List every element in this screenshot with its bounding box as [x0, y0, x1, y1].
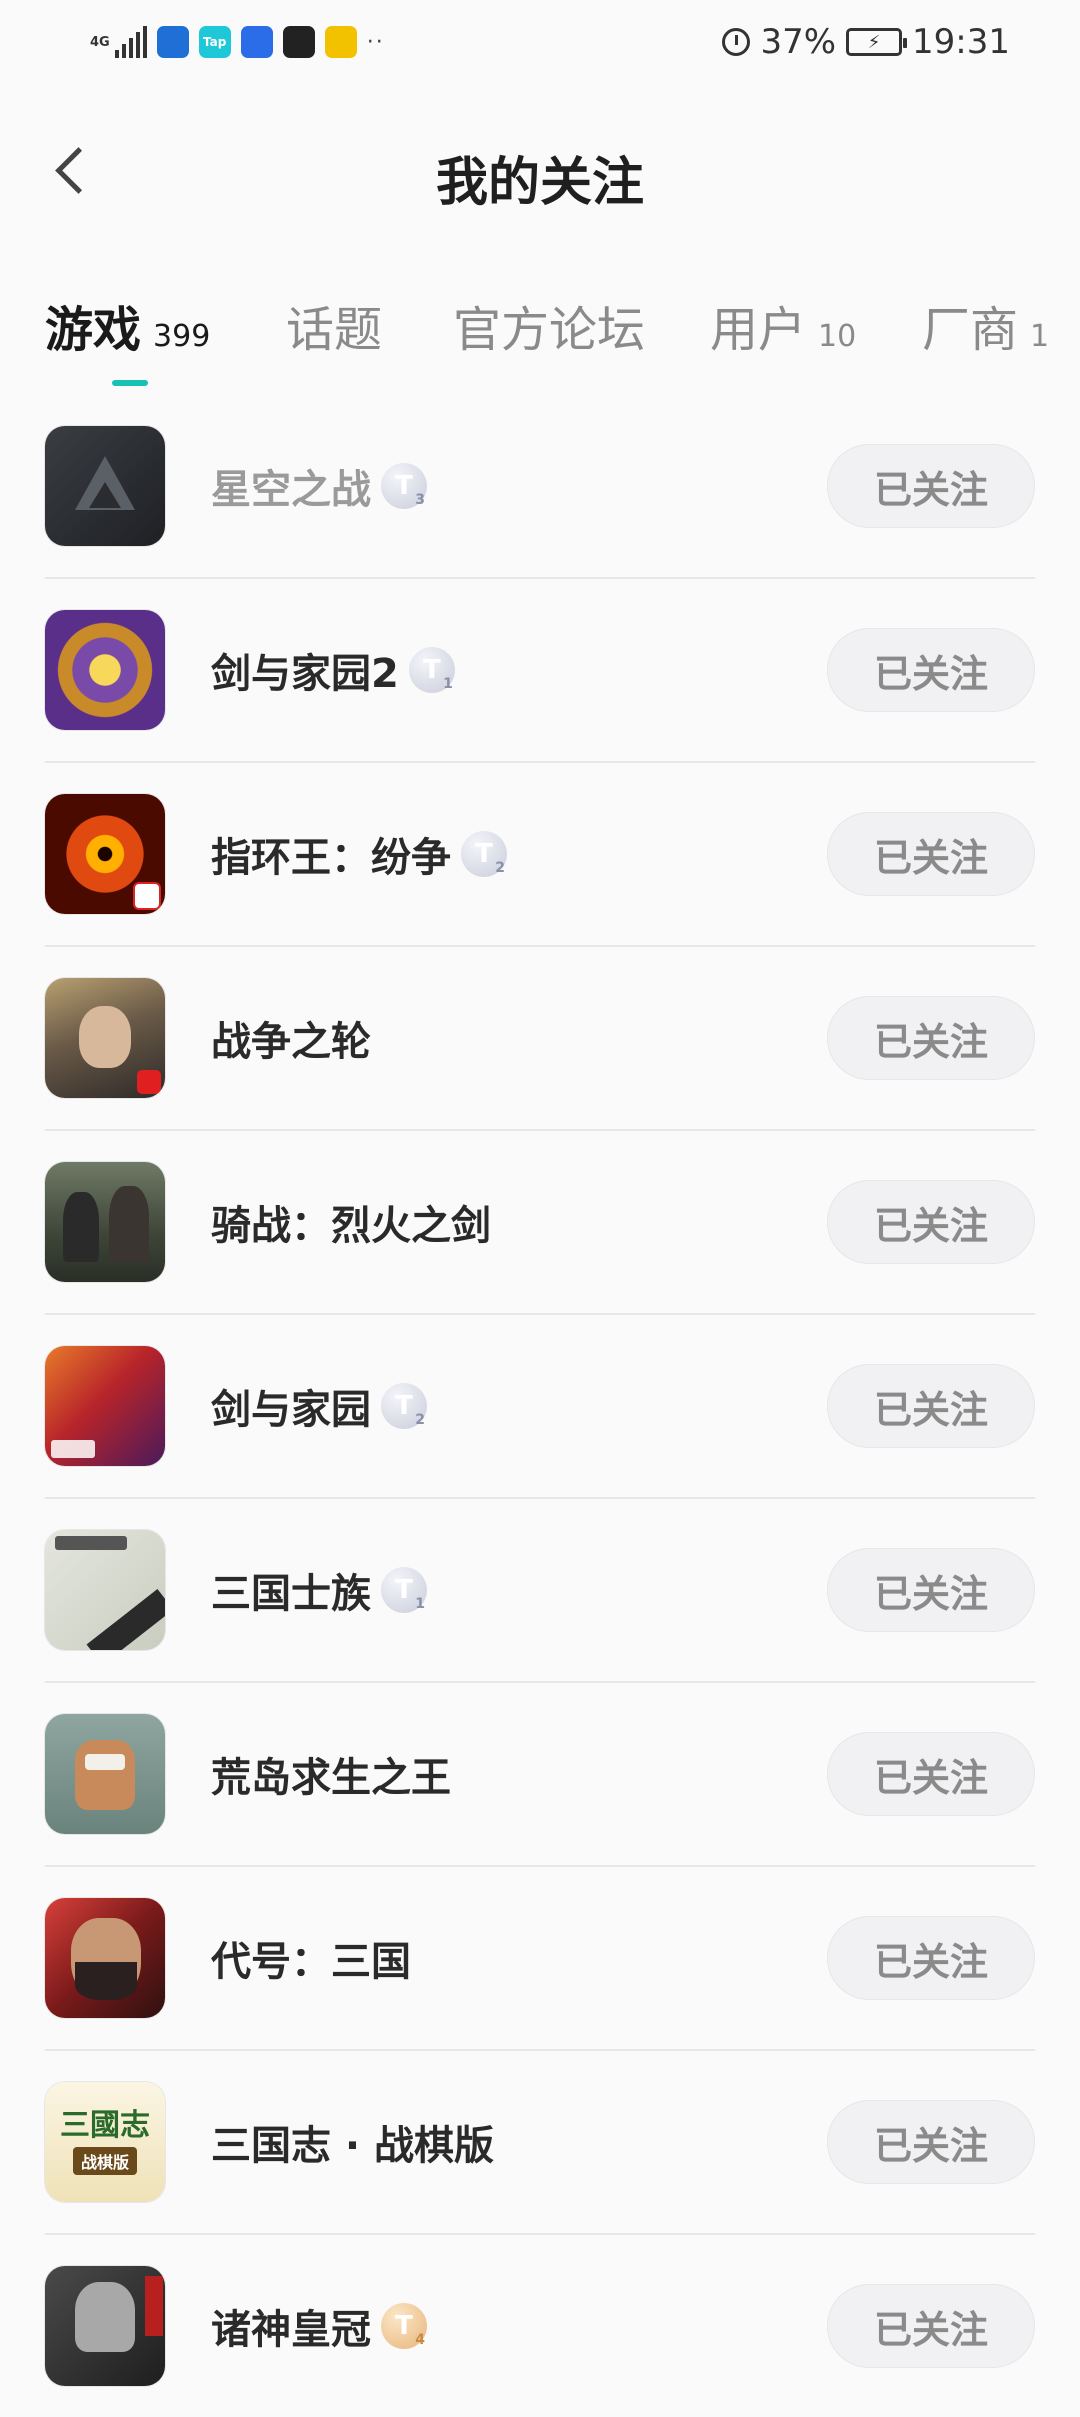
game-icon[interactable] — [45, 1898, 165, 2018]
game-name[interactable]: 荒岛求生之王 — [211, 1745, 451, 1803]
bulb-app-icon — [240, 26, 273, 58]
game-list-item[interactable]: 指环王：纷争 T 2 已关注 — [45, 763, 1035, 947]
game-name[interactable]: 三国士族 — [211, 1561, 371, 1619]
status-bar: 4G Tap ·· 37% ⚡ 19:31 — [0, 0, 1080, 84]
game-list-item[interactable]: 代号：三国 已关注 — [45, 1867, 1035, 2051]
following-button[interactable]: 已关注 — [827, 1732, 1035, 1816]
game-list-item[interactable]: 星空之战 T 3 已关注 — [45, 395, 1035, 579]
game-list-item[interactable]: 三國志 战棋版 三国志 · 战棋版 已关注 — [45, 2051, 1035, 2235]
tier-badge-letter: T — [395, 1391, 413, 1421]
game-list-item[interactable]: 剑与家园2 T 1 已关注 — [45, 579, 1035, 763]
game-icon[interactable] — [45, 794, 165, 914]
tier-badge-letter: T — [395, 1575, 413, 1605]
tier-badge-icon: T2 — [461, 831, 507, 877]
tier-badge-icon: T3 — [381, 463, 427, 509]
tab-users[interactable]: 用户 10 — [710, 290, 856, 360]
game-icon[interactable] — [45, 426, 165, 546]
tier-badge-icon: T1 — [408, 647, 455, 693]
following-button[interactable]: 已关注 — [827, 2284, 1035, 2368]
tier-badge-level: 4 — [415, 2332, 425, 2348]
following-button[interactable]: 已关注 — [827, 444, 1035, 528]
game-name[interactable]: 星空之战 — [211, 457, 371, 515]
game-icon[interactable] — [45, 1530, 165, 1650]
taptap-app-icon: Tap — [198, 26, 231, 58]
game-icon[interactable] — [45, 610, 165, 730]
game-icon[interactable] — [45, 978, 165, 1098]
game-name[interactable]: 三国志 · 战棋版 — [211, 2113, 494, 2171]
page-title: 我的关注 — [435, 153, 644, 213]
tab-label: 官方论坛 — [453, 302, 646, 358]
battery-charging-icon: ⚡ — [846, 28, 908, 56]
notification-icons: Tap — [156, 26, 357, 58]
following-button[interactable]: 已关注 — [827, 1364, 1035, 1448]
tier-badge-level: 2 — [415, 1412, 425, 1428]
game-name[interactable]: 骑战：烈火之剑 — [211, 1193, 491, 1251]
tab-bar: 游戏 399 话题 官方论坛 用户 10 厂商 1 — [0, 280, 1080, 390]
yellow-app-icon — [324, 26, 357, 58]
followed-games-list: 星空之战 T 3 已关注 剑与家园2 T 1 已关注 指环王：纷争 T 2 已关注 战争之轮 已关注 骑战：… — [45, 395, 1035, 2417]
game-icon[interactable] — [45, 1714, 165, 1834]
tab-games[interactable]: 游戏 399 — [45, 290, 210, 360]
tier-badge-letter: T — [395, 471, 413, 501]
game-list-item[interactable]: 战争之轮 已关注 — [45, 947, 1035, 1131]
qq-app-icon — [282, 26, 315, 58]
signal-icon: 4G — [90, 26, 147, 58]
more-notifications-icon: ·· — [366, 29, 385, 55]
game-name[interactable]: 剑与家园2 — [211, 641, 399, 699]
tab-forums[interactable]: 官方论坛 — [453, 290, 645, 360]
game-icon-subtitle: 战棋版 — [72, 2147, 137, 2175]
tier-badge-letter: T — [395, 2311, 413, 2341]
game-list-item[interactable]: 剑与家园 T 2 已关注 — [45, 1315, 1035, 1499]
status-right: 37% ⚡ 19:31 — [722, 18, 1010, 66]
clock: 19:31 — [912, 22, 1010, 62]
tier-badge-icon: T2 — [381, 1383, 427, 1429]
following-button[interactable]: 已关注 — [827, 812, 1035, 896]
tier-badge-level: 1 — [443, 676, 453, 692]
game-icon[interactable]: 三國志 战棋版 — [45, 2082, 165, 2202]
game-icon[interactable] — [45, 2266, 165, 2386]
shield-app-icon — [156, 26, 189, 58]
game-icon[interactable] — [45, 1162, 165, 1282]
game-list-item[interactable]: 诸神皇冠 T 4 已关注 — [45, 2235, 1035, 2417]
game-list-item[interactable]: 三国士族 T 1 已关注 — [45, 1499, 1035, 1683]
game-name[interactable]: 诸神皇冠 — [211, 2297, 371, 2355]
following-button[interactable]: 已关注 — [827, 1916, 1035, 2000]
game-name[interactable]: 代号：三国 — [211, 1929, 411, 1987]
app-icon-glyph: Tap — [203, 35, 227, 49]
alarm-icon — [722, 28, 751, 56]
following-button[interactable]: 已关注 — [827, 1180, 1035, 1264]
tier-badge-icon: T1 — [381, 1567, 427, 1613]
tab-count: 10 — [818, 319, 857, 354]
tier-badge-level: 3 — [415, 492, 425, 508]
game-icon[interactable] — [45, 1346, 165, 1466]
tier-badge-letter: T — [475, 839, 493, 869]
game-list-item[interactable]: 骑战：烈火之剑 已关注 — [45, 1131, 1035, 1315]
following-button[interactable]: 已关注 — [827, 1548, 1035, 1632]
tier-badge-level: 1 — [415, 1596, 425, 1612]
tier-badge-level: 2 — [495, 860, 505, 876]
game-name[interactable]: 剑与家园 — [211, 1377, 371, 1435]
battery-percent: 37% — [760, 22, 837, 62]
tab-count: 1 — [1030, 319, 1050, 354]
tier-badge-icon: T4 — [381, 2303, 427, 2349]
tab-label: 用户 — [710, 302, 807, 358]
tier-badge-letter: T — [422, 655, 441, 685]
following-button[interactable]: 已关注 — [827, 628, 1035, 712]
following-button[interactable]: 已关注 — [827, 2100, 1035, 2184]
page-header: 我的关注 — [0, 110, 1080, 230]
status-left: 4G Tap ·· — [90, 22, 385, 62]
game-name[interactable]: 战争之轮 — [211, 1009, 371, 1067]
game-list-item[interactable]: 荒岛求生之王 已关注 — [45, 1683, 1035, 1867]
active-tab-indicator — [112, 380, 148, 386]
tab-vendors[interactable]: 厂商 1 — [922, 290, 1049, 360]
game-icon-title: 三國志 — [60, 2108, 150, 2143]
following-button[interactable]: 已关注 — [827, 996, 1035, 1080]
tab-topics[interactable]: 话题 — [286, 290, 382, 360]
tab-label: 厂商 — [922, 302, 1019, 358]
tab-label: 游戏 — [45, 302, 142, 358]
tab-count: 399 — [153, 319, 211, 354]
network-type: 4G — [90, 34, 110, 50]
tab-label: 话题 — [286, 302, 383, 358]
game-name[interactable]: 指环王：纷争 — [211, 825, 451, 883]
